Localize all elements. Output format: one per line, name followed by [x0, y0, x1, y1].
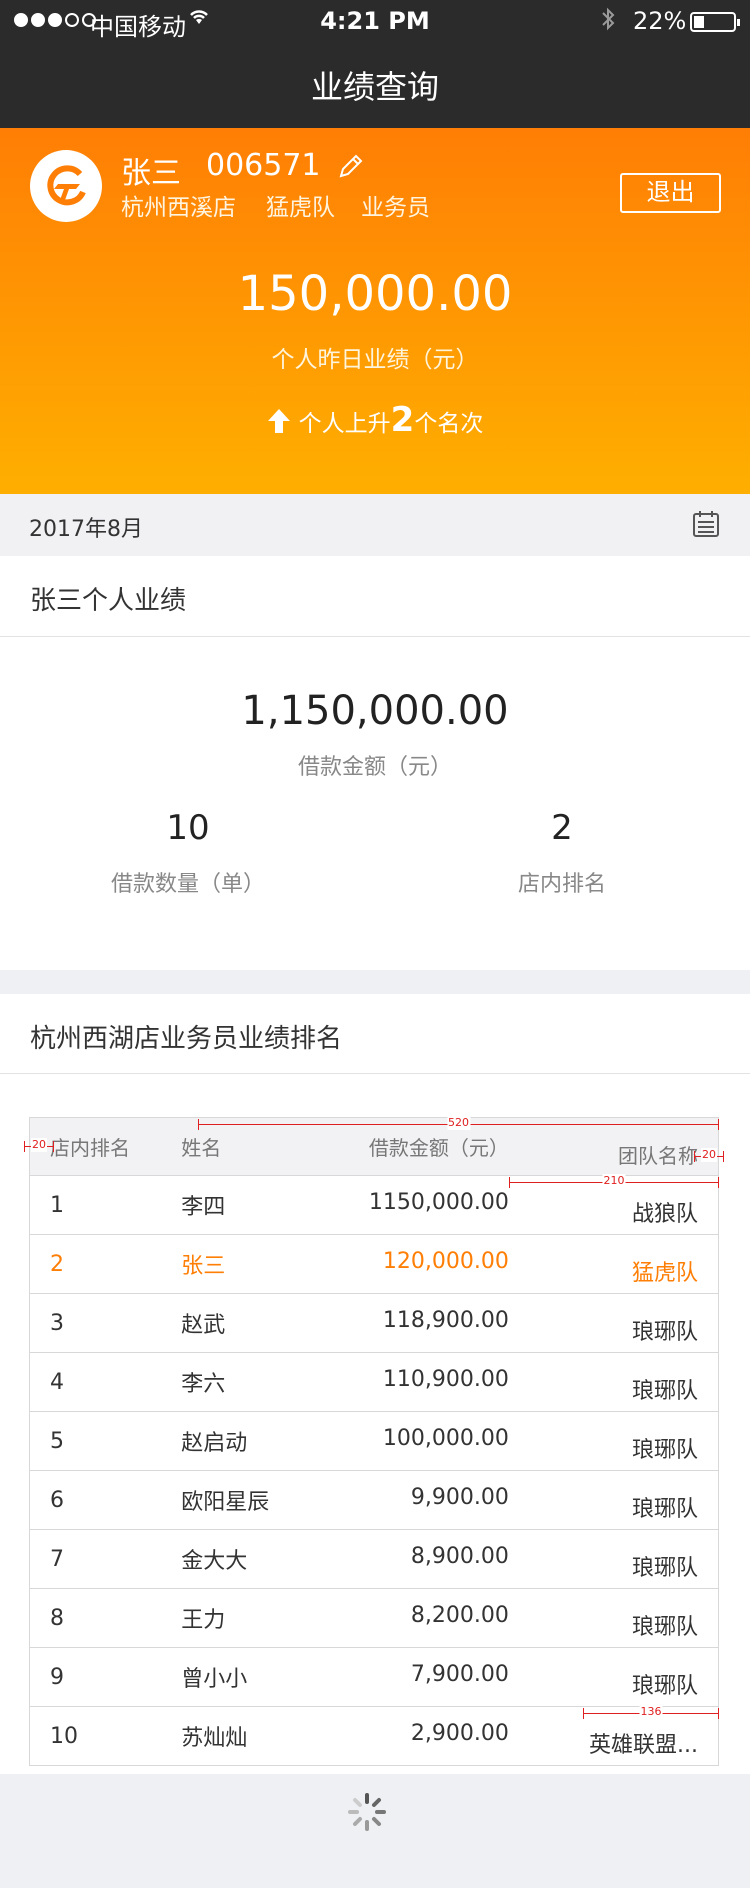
cell-name: 李六 — [179, 1352, 329, 1412]
edit-pencil-icon[interactable] — [337, 152, 365, 184]
cell-name: 欧阳星辰 — [179, 1470, 329, 1530]
measure-marker-136: 136 — [583, 1705, 719, 1719]
cell-team: 琅琊队 — [508, 1293, 719, 1353]
cell-rank: 3 — [29, 1293, 180, 1353]
user-role: 业务员 — [361, 195, 430, 221]
cell-name: 李四 — [179, 1175, 329, 1235]
personal-performance-card: 张三个人业绩 1,150,000.00 借款金额（元） 10 借款数量（单） 2… — [0, 556, 750, 970]
measure-marker-20-right: 20 — [694, 1148, 724, 1162]
loan-count: 10 — [166, 808, 210, 848]
cell-team: 琅琊队 — [508, 1588, 719, 1648]
cell-name: 张三 — [179, 1234, 329, 1294]
cell-team: 英雄联盟... — [589, 1733, 698, 1758]
cell-rank: 8 — [29, 1588, 180, 1648]
user-team: 猛虎队 — [266, 195, 335, 221]
store-rank-label: 店内排名 — [517, 872, 606, 897]
month-selector[interactable]: 2017年8月 — [0, 494, 750, 556]
cell-rank: 2 — [29, 1234, 180, 1294]
cell-amount: 8,900.00 — [328, 1529, 509, 1589]
user-store: 杭州西溪店 — [121, 195, 236, 221]
user-name: 张三 — [121, 156, 181, 191]
rank-change-value: 2 — [390, 400, 415, 440]
loan-count-label: 借款数量（单） — [110, 872, 265, 897]
cell-name: 金大大 — [179, 1529, 329, 1589]
loan-amount-label: 借款金额（元） — [297, 755, 452, 780]
cell-amount: 1150,000.00 — [328, 1175, 509, 1235]
cell-rank: 4 — [29, 1352, 180, 1412]
cell-amount: 110,900.00 — [328, 1352, 509, 1412]
yesterday-amount: 150,000.00 — [237, 266, 513, 322]
table-row[interactable]: 10 苏灿灿 2,900.00 英雄联盟... — [30, 1707, 719, 1766]
cell-amount: 118,900.00 — [328, 1293, 509, 1353]
table-row[interactable]: 5 赵启动 100,000.00 琅琊队 — [29, 1411, 719, 1471]
cell-amount: 100,000.00 — [328, 1411, 509, 1471]
status-bar: 中国移动 4:21 PM 22% — [0, 0, 750, 44]
table-row[interactable]: 9 曾小小 7,900.00 琅琊队 — [29, 1647, 719, 1707]
cell-amount: 8,200.00 — [328, 1588, 509, 1648]
rank-change-prefix: 个人上升 — [298, 411, 391, 437]
table-row[interactable]: 6 欧阳星辰 9,900.00 琅琊队 — [29, 1470, 719, 1530]
table-row[interactable]: 3 赵武 118,900.00 琅琊队 — [29, 1293, 719, 1353]
bluetooth-icon — [600, 4, 616, 41]
cell-team: 猛虎队 — [508, 1234, 719, 1294]
cell-name: 王力 — [179, 1588, 329, 1648]
header-amount: 借款金额（元） — [328, 1117, 509, 1176]
cell-team: 琅琊队 — [508, 1352, 719, 1412]
rank-change-suffix: 个名次 — [414, 411, 484, 437]
calendar-icon[interactable] — [692, 510, 720, 542]
table-row[interactable]: 8 王力 8,200.00 琅琊队 — [29, 1588, 719, 1648]
cell-team: 琅琊队 — [508, 1647, 719, 1707]
cell-amount: 7,900.00 — [328, 1647, 509, 1707]
cell-amount: 2,900.00 — [410, 1721, 509, 1746]
company-logo-icon — [30, 150, 102, 222]
cell-team: 琅琊队 — [508, 1411, 719, 1471]
divider — [0, 636, 750, 637]
cell-name: 赵启动 — [179, 1411, 329, 1471]
header-team: 团队名称 — [508, 1117, 719, 1176]
cell-amount: 120,000.00 — [328, 1234, 509, 1294]
logout-button[interactable]: 退出 — [620, 173, 721, 213]
table-row[interactable]: 2 张三 120,000.00 猛虎队 — [29, 1234, 719, 1294]
cell-rank: 10 — [50, 1723, 78, 1749]
user-id: 006571 — [206, 148, 321, 183]
user-header: 张三 006571 杭州西溪店 猛虎队 业务员 退出 150,000.00 个人… — [0, 128, 750, 494]
table-row[interactable]: 7 金大大 8,900.00 琅琊队 — [29, 1529, 719, 1589]
personal-title: 张三个人业绩 — [30, 586, 187, 616]
loan-amount: 1,150,000.00 — [241, 688, 509, 734]
cell-team: 琅琊队 — [508, 1470, 719, 1530]
table-header: 店内排名 姓名 借款金额（元） 团队名称 — [29, 1117, 719, 1176]
yesterday-amount-label: 个人昨日业绩（元） — [271, 347, 479, 373]
measure-marker-20-left: 20 — [24, 1138, 54, 1152]
cell-rank: 1 — [29, 1175, 180, 1235]
cell-rank: 7 — [29, 1529, 180, 1589]
rank-change: 个人上升2个名次 — [0, 400, 750, 440]
loading-spinner-icon — [347, 1792, 387, 1836]
store-rank: 2 — [551, 808, 573, 848]
top-bar: 中国移动 4:21 PM 22% 业绩查询 — [0, 0, 750, 128]
page-title: 业绩查询 — [310, 68, 439, 106]
ranking-card: 杭州西湖店业务员业绩排名 店内排名 姓名 借款金额（元） 团队名称 1 李四 115… — [0, 994, 750, 1774]
battery-percent: 22% — [633, 7, 687, 35]
month-label: 2017年8月 — [29, 517, 143, 542]
table-row[interactable]: 4 李六 110,900.00 琅琊队 — [29, 1352, 719, 1412]
measure-marker-520: 520 — [198, 1116, 719, 1130]
arrow-up-icon — [267, 409, 290, 433]
divider — [0, 1073, 750, 1074]
cell-rank: 9 — [29, 1647, 180, 1707]
ranking-table: 店内排名 姓名 借款金额（元） 团队名称 1 李四 1150,000.00 战狼队 2 张… — [29, 1117, 719, 1766]
cell-name: 曾小小 — [179, 1647, 329, 1707]
cell-name: 苏灿灿 — [181, 1726, 248, 1751]
cell-team: 琅琊队 — [508, 1529, 719, 1589]
cell-rank: 6 — [29, 1470, 180, 1530]
battery-icon — [690, 12, 740, 32]
cell-amount: 9,900.00 — [328, 1470, 509, 1530]
cell-rank: 5 — [29, 1411, 180, 1471]
ranking-title: 杭州西湖店业务员业绩排名 — [30, 1024, 343, 1054]
measure-marker-210: 210 — [509, 1174, 719, 1188]
cell-name: 赵武 — [179, 1293, 329, 1353]
header-name: 姓名 — [179, 1117, 329, 1176]
